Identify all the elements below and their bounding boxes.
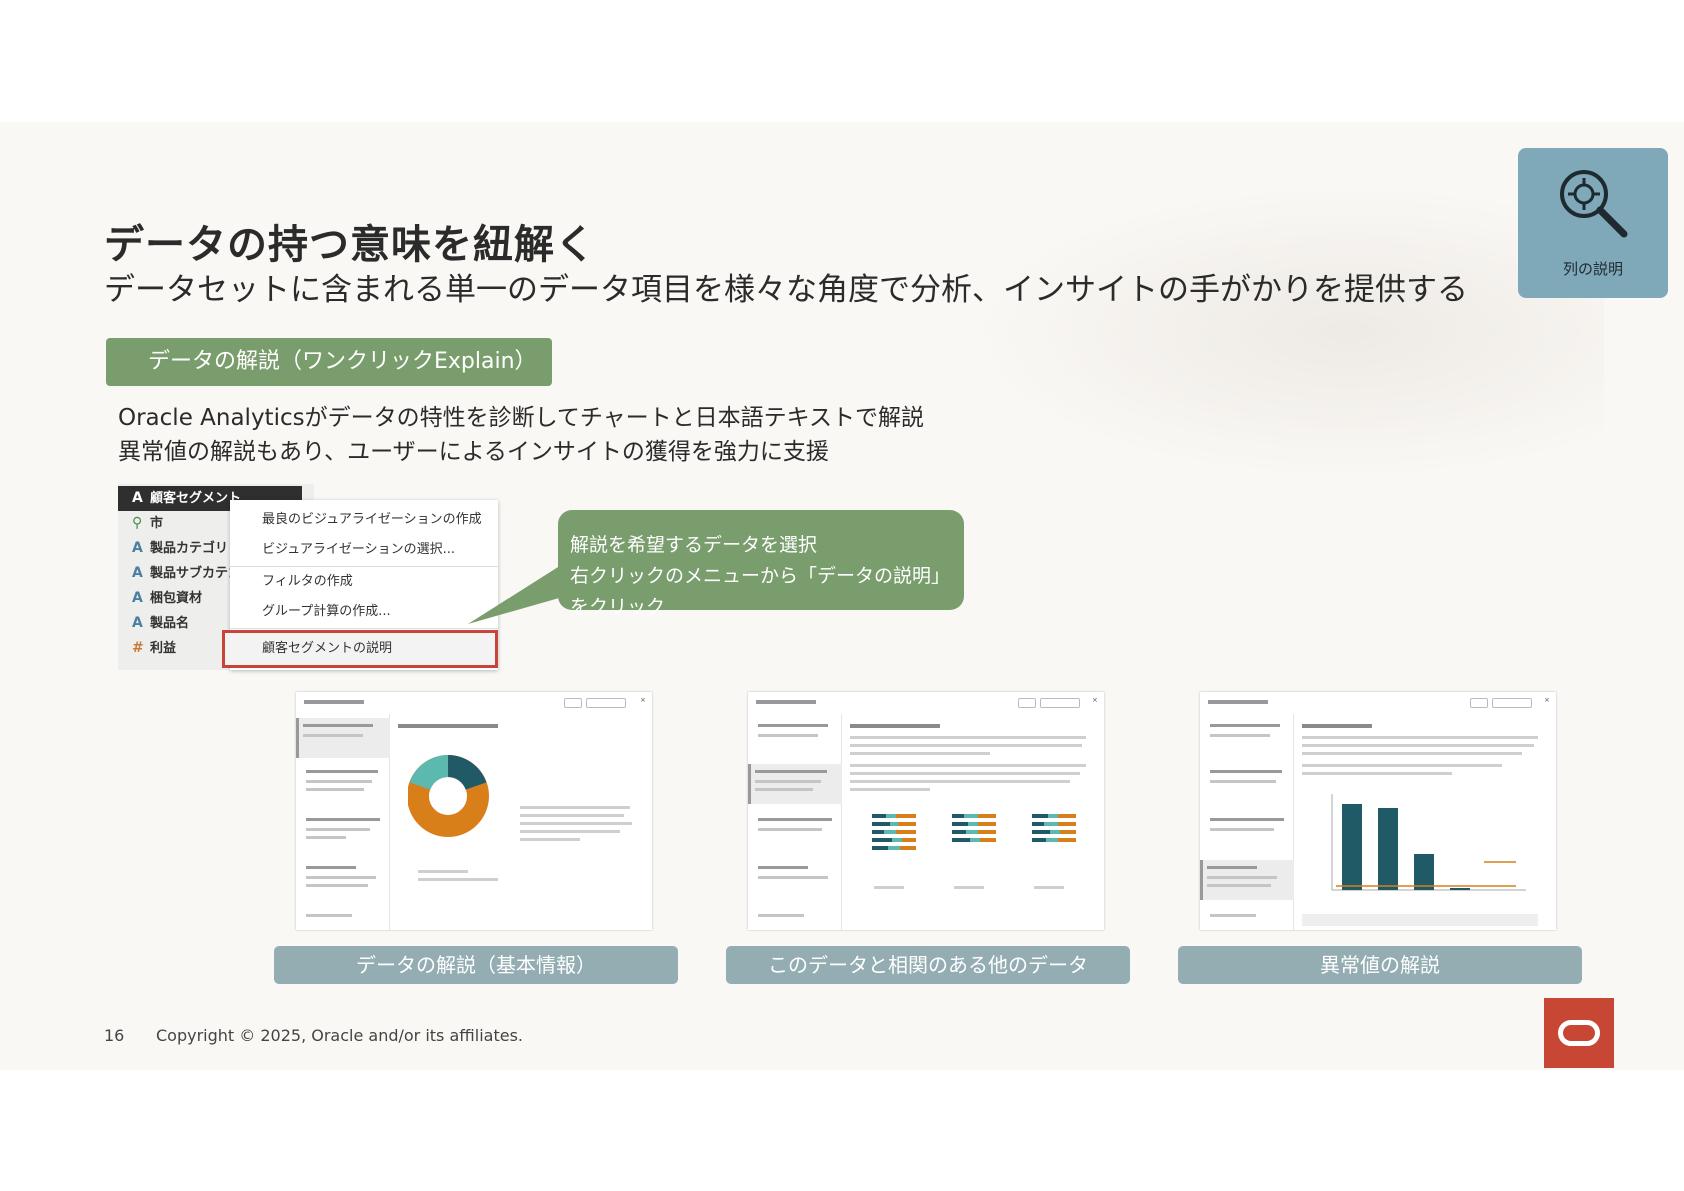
oracle-logo	[1544, 998, 1614, 1068]
menu-divider	[230, 566, 498, 567]
field-label: 製品サブカテゴ	[150, 566, 242, 581]
context-menu-screenshot: A 顧客セグメント ⚲ 市 A 製品カテゴリ A 製品サブカテゴ A 梱包資材 A 製品名 …	[118, 484, 498, 670]
explain-outliers-screenshot: ×	[1200, 692, 1556, 930]
column-explain-feature-box: 列の説明	[1518, 148, 1668, 298]
field-label: 顧客セグメント	[150, 491, 242, 506]
menu-item-best-visualization[interactable]: 最良のビジュアライゼーションの作成	[230, 506, 498, 534]
text-attribute-icon: A	[132, 615, 143, 631]
field-label: 利益	[150, 641, 177, 656]
page-subtitle: データセットに含まれる単一のデータ項目を様々な角度で分析、インサイトの手がかりを…	[104, 272, 1468, 308]
slide: データの持つ意味を紐解く データセットに含まれる単一のデータ項目を様々な角度で分…	[0, 122, 1684, 1070]
feature-label: 列の説明	[1562, 260, 1623, 278]
oracle-o-icon	[1558, 1020, 1600, 1046]
explain-drivers-screenshot: ×	[748, 692, 1104, 930]
location-pin-icon: ⚲	[132, 515, 143, 531]
text-attribute-icon: A	[132, 565, 143, 581]
menu-item-create-filter[interactable]: フィルタの作成	[230, 568, 498, 596]
field-label: 製品カテゴリ	[150, 541, 229, 556]
menu-item-explain-segment[interactable]: 顧客セグメントの説明	[222, 630, 498, 668]
context-menu: 最良のビジュアライゼーションの作成 ビジュアライゼーションの選択... フィルタ…	[222, 500, 498, 670]
description-line: Oracle Analyticsがデータの特性を診断してチャートと日本語テキスト…	[118, 405, 924, 431]
copyright-text: Copyright © 2025, Oracle and/or its affi…	[156, 1026, 523, 1045]
callout-line: 解説を希望するデータを選択	[570, 534, 818, 556]
instruction-callout: 解説を希望するデータを選択 右クリックのメニューから「データの説明」をクリック	[558, 510, 964, 618]
callout-line: 右クリックのメニューから「データの説明」をクリック	[570, 565, 951, 618]
field-label: 製品名	[150, 616, 190, 631]
menu-item-group-calculation[interactable]: グループ計算の作成...	[230, 598, 498, 626]
field-label: 梱包資材	[150, 591, 203, 606]
menu-item-select-visualization[interactable]: ビジュアライゼーションの選択...	[230, 536, 498, 564]
page-number: 16	[104, 1026, 125, 1045]
caption-outlier-explain: 異常値の解説	[1178, 946, 1582, 984]
caption-correlated-data: このデータと相関のある他のデータ	[726, 946, 1130, 984]
explain-basic-screenshot: ×	[296, 692, 652, 930]
caption-basic-info: データの解説（基本情報）	[274, 946, 678, 984]
text-attribute-icon: A	[132, 540, 143, 556]
text-attribute-icon: A	[132, 490, 143, 506]
page-title: データの持つ意味を紐解く	[104, 222, 596, 268]
description-line: 異常値の解説もあり、ユーザーによるインサイトの獲得を強力に支援	[118, 439, 829, 465]
menu-divider	[230, 628, 498, 629]
text-attribute-icon: A	[132, 590, 143, 606]
field-label: 市	[150, 516, 164, 531]
section-label: データの解説（ワンクリックExplain）	[106, 338, 552, 386]
background-texture	[964, 182, 1604, 482]
numeric-measure-icon: #	[132, 640, 144, 656]
magnifier-target-icon	[1560, 170, 1628, 238]
